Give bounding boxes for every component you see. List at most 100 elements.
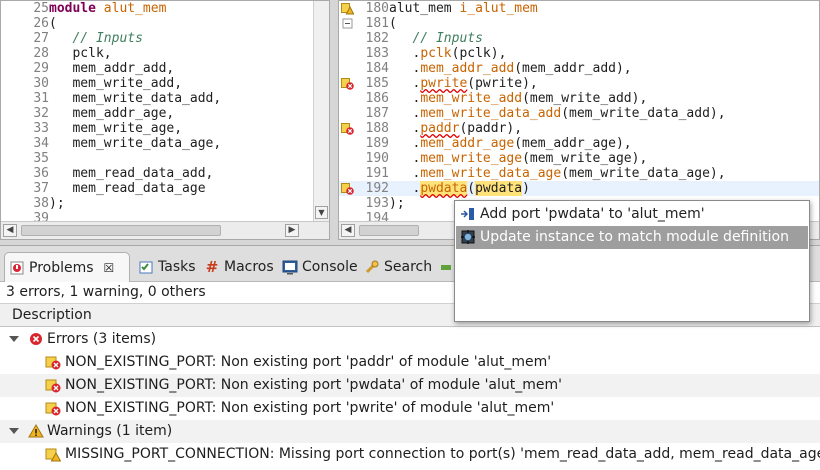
code-line[interactable]: 28 pclk,	[1, 46, 329, 61]
expand-twisty-icon[interactable]	[9, 428, 19, 434]
code-text[interactable]: pclk,	[49, 46, 111, 61]
code-line[interactable]: 30 mem_write_add,	[1, 76, 329, 91]
code-text[interactable]: .pwdata(pwdata)	[389, 181, 530, 196]
line-gutter[interactable]: 36	[1, 166, 49, 181]
code-text[interactable]: .pclk(pclk),	[389, 46, 506, 61]
line-gutter[interactable]: 28	[1, 46, 49, 61]
code-line[interactable]: 183 .pclk(pclk),	[339, 46, 819, 61]
line-gutter[interactable]: 33	[1, 121, 49, 136]
error-marker-icon[interactable]	[341, 77, 354, 90]
code-text[interactable]: .mem_addr_age(mem_addr_age),	[389, 136, 631, 151]
code-line[interactable]: 34 mem_write_data_age,	[1, 136, 329, 151]
warnings-group-row[interactable]: Warnings (1 item)	[0, 420, 820, 443]
line-gutter[interactable]: 186	[339, 91, 389, 106]
line-gutter[interactable]: 32	[1, 106, 49, 121]
close-icon[interactable]: ☒	[104, 261, 115, 275]
code-text[interactable]: module alut_mem	[49, 1, 166, 16]
line-gutter[interactable]: 26	[1, 16, 49, 31]
code-line[interactable]: 188 .paddr(paddr),	[339, 121, 819, 136]
code-text[interactable]: .mem_write_data_age(mem_write_data_age),	[389, 166, 725, 181]
code-text[interactable]: );	[389, 196, 405, 211]
code-text[interactable]: mem_read_data_add,	[49, 166, 213, 181]
tab-tasks[interactable]: Tasks	[134, 252, 202, 282]
code-line[interactable]: 190 .mem_write_age(mem_write_age),	[339, 151, 819, 166]
code-text[interactable]: .mem_write_add(mem_write_add),	[389, 91, 647, 106]
code-text[interactable]: mem_addr_add,	[49, 61, 174, 76]
error-marker-icon[interactable]	[341, 122, 354, 135]
editor-sash[interactable]	[330, 0, 338, 240]
vertical-scrollbar[interactable]: ▼	[313, 1, 329, 221]
scroll-down-icon[interactable]: ▼	[315, 206, 328, 219]
module-code-area[interactable]: 25 module alut_mem 26(27 // Inputs 28 pclk,…	[1, 1, 329, 221]
code-line[interactable]: 192 .pwdata(pwdata)	[339, 181, 819, 196]
code-text[interactable]: // Inputs	[389, 31, 482, 46]
tab-console[interactable]: Console	[278, 252, 364, 282]
instance-code-area[interactable]: 180 alut_mem i_alut_mem 181(182 // Inputs 1…	[339, 1, 819, 221]
code-text[interactable]: mem_write_age,	[49, 121, 182, 136]
code-line[interactable]: 189 .mem_addr_age(mem_addr_age),	[339, 136, 819, 151]
code-line[interactable]: 26(	[1, 16, 329, 31]
code-text[interactable]: .paddr(paddr),	[389, 121, 522, 136]
error-marker-icon[interactable]	[341, 182, 354, 195]
line-gutter[interactable]: 184	[339, 61, 389, 76]
code-text[interactable]: mem_write_data_add,	[49, 91, 221, 106]
line-gutter[interactable]: 187	[339, 106, 389, 121]
fold-marker-icon[interactable]	[341, 17, 354, 30]
code-line[interactable]: 27 // Inputs	[1, 31, 329, 46]
horizontal-scrollbar[interactable]: ◀ ▶	[1, 221, 329, 239]
code-text[interactable]: mem_addr_age,	[49, 106, 174, 121]
line-gutter[interactable]: 181	[339, 16, 389, 31]
code-line[interactable]: 185 .pwrite(pwrite),	[339, 76, 819, 91]
code-text[interactable]: mem_write_add,	[49, 76, 182, 91]
code-text[interactable]: // Inputs	[49, 31, 142, 46]
code-line[interactable]: 36 mem_read_data_add,	[1, 166, 329, 181]
code-line[interactable]: 184 .mem_addr_add(mem_addr_add),	[339, 61, 819, 76]
code-line[interactable]: 38);	[1, 196, 329, 211]
line-gutter[interactable]: 185	[339, 76, 389, 91]
line-gutter[interactable]: 182	[339, 31, 389, 46]
code-text[interactable]: alut_mem i_alut_mem	[389, 1, 538, 16]
code-line[interactable]: 186 .mem_write_add(mem_write_add),	[339, 91, 819, 106]
line-gutter[interactable]: 191	[339, 166, 389, 181]
code-text[interactable]: .mem_write_data_add(mem_write_data_add),	[389, 106, 725, 121]
code-text[interactable]: .pwrite(pwrite),	[389, 76, 537, 91]
tab-problems[interactable]: Problems ☒	[4, 252, 130, 282]
scroll-right-icon[interactable]: ▶	[285, 224, 299, 237]
quick-fix-add-port[interactable]: Add port 'pwdata' to 'alut_mem'	[456, 203, 808, 226]
code-line[interactable]: 191 .mem_write_data_age(mem_write_data_a…	[339, 166, 819, 181]
warning-marker-icon[interactable]	[341, 2, 355, 15]
code-line[interactable]: 187 .mem_write_data_add(mem_write_data_a…	[339, 106, 819, 121]
line-gutter[interactable]: 183	[339, 46, 389, 61]
scroll-thumb[interactable]	[359, 225, 419, 236]
line-gutter[interactable]: 39	[1, 211, 49, 221]
line-gutter[interactable]: 188	[339, 121, 389, 136]
line-gutter[interactable]: 190	[339, 151, 389, 166]
code-line[interactable]: 180 alut_mem i_alut_mem	[339, 1, 819, 16]
line-gutter[interactable]: 34	[1, 136, 49, 151]
line-gutter[interactable]: 192	[339, 181, 389, 196]
code-line[interactable]: 37 mem_read_data_age	[1, 181, 329, 196]
expand-twisty-icon[interactable]	[9, 336, 19, 342]
line-gutter[interactable]: 31	[1, 91, 49, 106]
scroll-left-icon[interactable]: ◀	[3, 224, 17, 237]
code-text[interactable]: .mem_write_age(mem_write_age),	[389, 151, 647, 166]
line-gutter[interactable]: 189	[339, 136, 389, 151]
tab-search[interactable]: Search	[360, 252, 438, 282]
scroll-thumb[interactable]	[21, 225, 221, 236]
code-text[interactable]: );	[49, 196, 65, 211]
line-gutter[interactable]: 37	[1, 181, 49, 196]
errors-group-row[interactable]: Errors (3 items)	[0, 328, 820, 351]
line-gutter[interactable]: 27	[1, 31, 49, 46]
code-line[interactable]: 182 // Inputs	[339, 31, 819, 46]
line-gutter[interactable]: 180	[339, 1, 389, 16]
line-gutter[interactable]: 25	[1, 1, 49, 16]
code-line[interactable]: 31 mem_write_data_add,	[1, 91, 329, 106]
table-row[interactable]: NON_EXISTING_PORT: Non existing port 'pa…	[0, 351, 820, 374]
code-line[interactable]: 33 mem_write_age,	[1, 121, 329, 136]
table-row[interactable]: MISSING_PORT_CONNECTION: Missing port co…	[0, 443, 820, 466]
module-editor[interactable]: 25 module alut_mem 26(27 // Inputs 28 pclk,…	[0, 0, 330, 240]
code-text[interactable]: .mem_addr_add(mem_addr_add),	[389, 61, 631, 76]
code-text[interactable]: (	[49, 16, 57, 31]
line-gutter[interactable]: 30	[1, 76, 49, 91]
code-line[interactable]: 25 module alut_mem	[1, 1, 329, 16]
